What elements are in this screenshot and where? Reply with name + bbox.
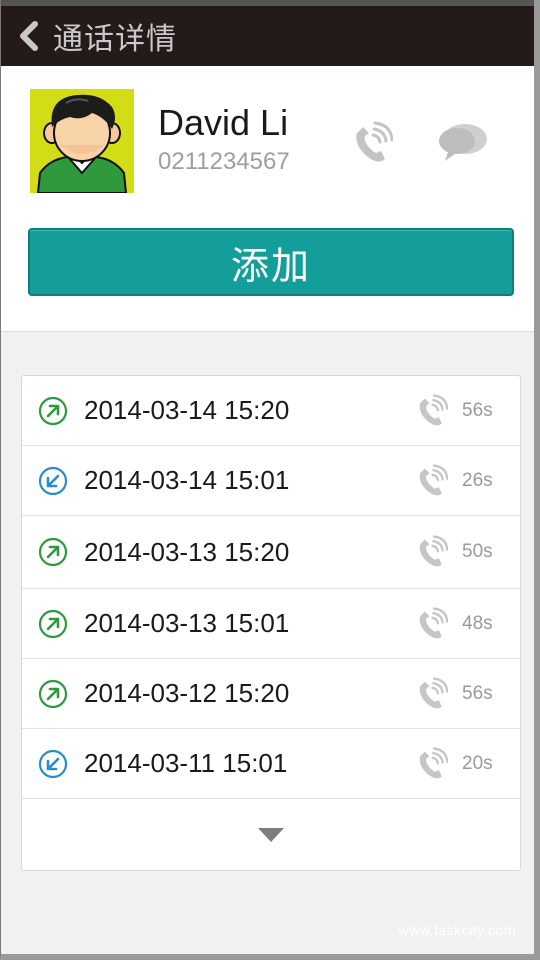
- phone-icon: [419, 535, 448, 567]
- message-button[interactable]: [435, 121, 489, 165]
- call-log-row[interactable]: 2014-03-11 15:01 20s: [22, 729, 520, 799]
- outgoing-call-icon: [38, 396, 68, 425]
- call-log-row[interactable]: 2014-03-12 15:20 56s: [22, 659, 520, 729]
- chevron-left-icon: [20, 21, 38, 51]
- outgoing-call-icon: [38, 609, 68, 638]
- call-datetime: 2014-03-11 15:01: [84, 748, 288, 778]
- boy-avatar: [30, 89, 134, 193]
- contact-phone: 0211234567: [158, 148, 290, 175]
- phone-icon: [419, 676, 448, 708]
- contact-avatar: [30, 89, 134, 193]
- call-button[interactable]: [349, 121, 394, 165]
- phone-icon: [419, 463, 448, 495]
- show-more-button[interactable]: [22, 800, 520, 870]
- call-log-list: 2014-03-14 15:20 56s 2014-03-14 15:01 26s 20…: [21, 375, 521, 871]
- call-log-row[interactable]: 2014-03-13 15:01 48s: [22, 589, 520, 659]
- call-log-row[interactable]: 2014-03-14 15:20 56s: [22, 376, 520, 446]
- top-bar: 通话详情: [1, 0, 534, 66]
- incoming-call-icon: [38, 466, 68, 495]
- call-duration: 50s: [462, 541, 493, 562]
- phone-icon: [419, 746, 448, 778]
- call-duration: 20s: [462, 752, 493, 774]
- call-datetime: 2014-03-12 15:20: [84, 678, 290, 708]
- call-duration: 56s: [462, 399, 493, 421]
- incoming-call-icon: [38, 749, 68, 778]
- watermark: www.taskcity.com: [398, 922, 516, 938]
- outgoing-call-icon: [38, 679, 68, 708]
- call-log-row[interactable]: 2014-03-13 15:20 50s: [22, 516, 520, 589]
- call-datetime: 2014-03-14 15:20: [84, 395, 290, 425]
- phone-icon: [419, 393, 448, 425]
- call-duration: 56s: [462, 682, 493, 704]
- outgoing-call-icon: [38, 537, 68, 567]
- page-title: 通话详情: [53, 22, 177, 57]
- triangle-down-icon: [258, 828, 284, 842]
- call-duration: 26s: [462, 469, 493, 491]
- call-log-row[interactable]: 2014-03-14 15:01 26s: [22, 446, 520, 516]
- phone-icon: [419, 606, 448, 638]
- call-datetime: 2014-03-14 15:01: [84, 465, 290, 495]
- app-screen: 通话详情 David Li 0211234567 添加 2014-03-14 1…: [0, 0, 540, 960]
- phone-icon: [356, 121, 394, 162]
- call-datetime: 2014-03-13 15:20: [84, 536, 290, 567]
- contact-card: David Li 0211234567 添加: [1, 66, 534, 332]
- back-button[interactable]: [9, 6, 49, 66]
- add-contact-button[interactable]: 添加: [28, 228, 514, 296]
- chat-bubble-icon: [439, 124, 487, 161]
- contact-name: David Li: [158, 102, 289, 143]
- call-duration: 48s: [462, 612, 493, 634]
- call-datetime: 2014-03-13 15:01: [84, 608, 290, 638]
